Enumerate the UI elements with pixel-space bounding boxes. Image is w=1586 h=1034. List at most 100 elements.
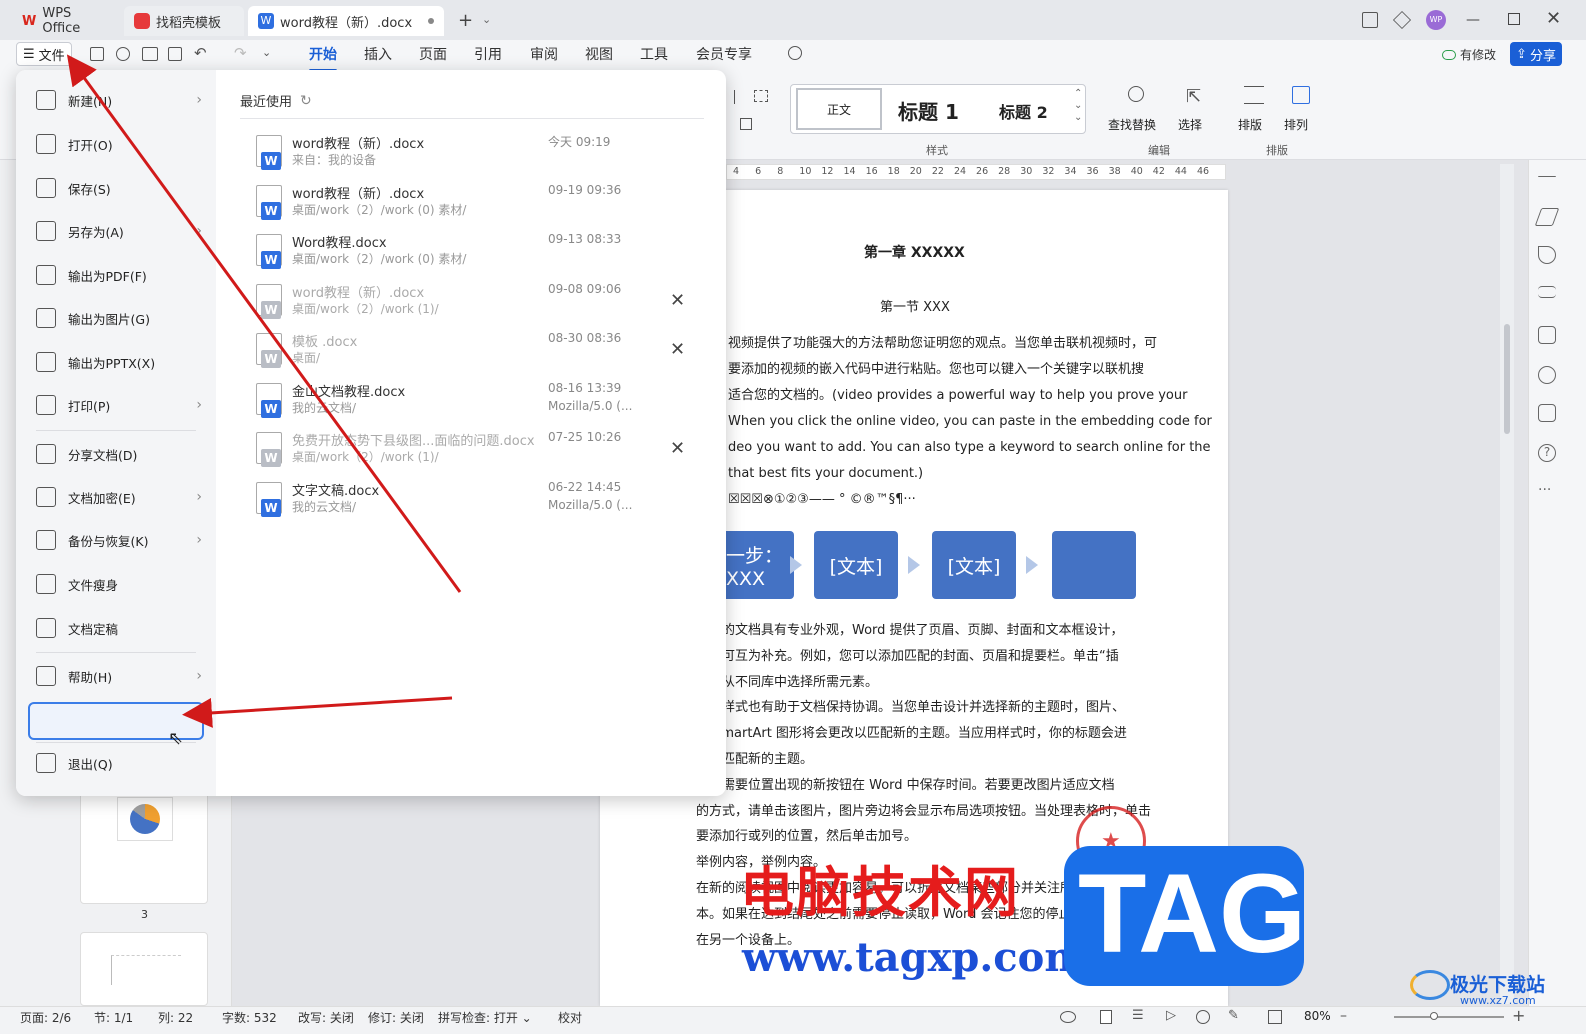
tab-view[interactable]: 视图 xyxy=(585,44,613,64)
more-chevron-icon[interactable]: ⌄ xyxy=(262,46,271,59)
undo-icon[interactable]: ↶ xyxy=(194,44,207,62)
borders-icon[interactable] xyxy=(754,90,768,102)
recent-file-row[interactable]: Wword教程（新）.docx 来自：我的设备 今天 09:19 xyxy=(240,133,710,179)
eye-icon[interactable] xyxy=(1060,1011,1076,1023)
file-menu-item[interactable]: 打印(P) › xyxy=(36,387,202,423)
file-menu-item[interactable]: 打开(O) xyxy=(36,126,202,162)
tab-review[interactable]: 审阅 xyxy=(530,44,558,64)
page-thumbnail-3[interactable] xyxy=(80,780,208,904)
recent-file-row[interactable]: W 免费开放态势下县级图...面临的问题.docx 桌面/work（2）/work … xyxy=(240,430,710,476)
sort-icon[interactable] xyxy=(734,90,746,104)
page-thumbnail-4[interactable] xyxy=(80,932,208,1006)
file-menu-item[interactable]: 新建(N) › xyxy=(36,82,202,118)
tab-tools[interactable]: 工具 xyxy=(640,44,668,64)
status-page[interactable]: 页面: 2/6 xyxy=(20,1009,71,1026)
adjust-icon[interactable] xyxy=(1538,286,1556,298)
print-preview-icon[interactable] xyxy=(168,47,182,61)
flow-step-3[interactable]: [文本] xyxy=(932,531,1016,599)
flow-step-4[interactable] xyxy=(1052,531,1136,599)
help-icon[interactable]: ? xyxy=(1538,444,1556,462)
pen-mode-icon[interactable]: ✎ xyxy=(1228,1008,1239,1023)
file-menu-item[interactable]: 输出为PPTX(X) xyxy=(36,344,202,380)
file-menu-item[interactable]: 另存为(A) › xyxy=(36,213,202,249)
new-tab-button[interactable]: + xyxy=(458,10,473,31)
style-heading-2[interactable]: 标题 2 xyxy=(999,99,1048,123)
tab-page[interactable]: 页面 xyxy=(419,44,447,64)
zoom-slider[interactable] xyxy=(1394,1012,1504,1020)
fit-page-icon[interactable] xyxy=(1268,1010,1282,1024)
more-icon[interactable]: ··· xyxy=(1538,482,1551,498)
recent-file-row[interactable]: W 金山文档教程.docx 我的云文档/08-16 13:39 Mozilla/5.0… xyxy=(240,381,710,427)
outline-icon[interactable]: ☰ xyxy=(1132,1008,1144,1023)
has-changes-indicator[interactable]: 有修改 xyxy=(1442,46,1496,63)
status-spellcheck[interactable]: 拼写检查: 打开 ⌄ xyxy=(438,1009,532,1026)
print-icon[interactable] xyxy=(142,47,158,61)
file-menu-item[interactable]: 输出为图片(G) xyxy=(36,300,202,336)
flow-step-1[interactable]: 一步：XXX xyxy=(726,531,794,599)
status-proofread[interactable]: 校对 xyxy=(558,1009,582,1026)
book-icon[interactable] xyxy=(1538,404,1556,422)
recent-file-row[interactable]: W 模板 .docx 桌面/08-30 08:36 ✕ xyxy=(240,331,710,377)
status-column[interactable]: 列: 22 xyxy=(158,1009,193,1026)
cursor-icon[interactable] xyxy=(1538,246,1556,264)
avatar[interactable]: WP xyxy=(1426,10,1446,30)
status-overwrite[interactable]: 改写: 关闭 xyxy=(298,1009,354,1026)
maximize-icon[interactable] xyxy=(1508,13,1520,25)
shading-icon[interactable] xyxy=(740,118,752,130)
share-link-icon[interactable] xyxy=(116,47,130,61)
file-menu-item[interactable]: 帮助(H) › xyxy=(36,658,202,694)
file-menu-item[interactable]: 分享文档(D) xyxy=(36,436,202,472)
tab-document[interactable]: W word教程（新）.docx xyxy=(248,6,444,36)
scrollbar-thumb[interactable] xyxy=(1504,324,1510,434)
share-button[interactable]: ⇪ 分享 xyxy=(1510,42,1562,66)
find-replace-icon[interactable] xyxy=(1128,86,1144,102)
zoom-level[interactable]: 80% xyxy=(1304,1009,1331,1023)
arrange-objects-icon[interactable] xyxy=(1292,86,1310,104)
web-view-icon[interactable] xyxy=(1196,1010,1210,1024)
recent-file-row[interactable]: W 文字文稿.docx 我的云文档/06-22 14:45 Mozilla/5.0 (… xyxy=(240,480,710,526)
refresh-icon[interactable]: ↻ xyxy=(300,93,312,109)
vertical-scrollbar[interactable] xyxy=(1500,164,1514,1004)
file-menu-item[interactable]: 文档定稿 xyxy=(36,610,202,646)
select-button[interactable]: 选择 xyxy=(1178,116,1202,133)
recent-file-row[interactable]: Wword教程（新）.docx 桌面/work（2）/work (1)/ 09-08… xyxy=(240,282,710,328)
file-menu-item[interactable]: 文件瘦身 xyxy=(36,566,202,602)
remove-recent-icon[interactable]: ✕ xyxy=(670,438,685,459)
page-view-icon[interactable] xyxy=(1100,1010,1112,1024)
collapse-icon[interactable] xyxy=(1538,176,1556,178)
arrange-text-button[interactable]: 排版 xyxy=(1238,116,1262,133)
tab-wps-office[interactable]: W WPS Office xyxy=(12,6,120,36)
arrange-objects-button[interactable]: 排列 xyxy=(1284,116,1308,133)
remove-recent-icon[interactable]: ✕ xyxy=(670,339,685,360)
file-menu-item[interactable]: 输出为PDF(F) xyxy=(36,257,202,293)
zoom-slider-thumb[interactable] xyxy=(1430,1012,1438,1020)
tools-icon[interactable] xyxy=(1538,366,1556,384)
remove-recent-icon[interactable]: ✕ xyxy=(670,290,685,311)
zoom-in-icon[interactable]: + xyxy=(1512,1006,1525,1025)
status-word-count[interactable]: 字数: 532 xyxy=(222,1009,277,1026)
recent-file-row[interactable]: W Word教程.docx 桌面/work（2）/work (0) 素材/09-13… xyxy=(240,232,710,278)
text-layout-icon[interactable] xyxy=(1244,86,1264,104)
minimize-icon[interactable]: — xyxy=(1466,12,1480,28)
tab-template[interactable]: 找稻壳模板 xyxy=(124,6,244,36)
styles-scroll-icon[interactable]: ⌃ ⌄ ⌄ xyxy=(1074,88,1082,124)
tab-references[interactable]: 引用 xyxy=(474,44,502,64)
find-replace-button[interactable]: 查找替换 xyxy=(1108,116,1156,133)
file-menu-item[interactable]: 备份与恢复(K) › xyxy=(36,522,202,558)
style-heading-1[interactable]: 标题 1 xyxy=(898,96,959,125)
redo-icon[interactable]: ↷ xyxy=(234,44,247,62)
tab-insert[interactable]: 插入 xyxy=(364,44,392,64)
search-icon[interactable] xyxy=(788,46,802,60)
style-normal[interactable]: 正文 xyxy=(796,88,882,130)
file-menu-item[interactable]: 文档加密(E) › xyxy=(36,479,202,515)
file-menu-button[interactable]: ☰ 文件 xyxy=(16,42,72,66)
recent-file-row[interactable]: Wword教程（新）.docx 桌面/work（2）/work (0) 素材/09… xyxy=(240,183,710,229)
status-revision[interactable]: 修订: 关闭 xyxy=(368,1009,424,1026)
status-section[interactable]: 节: 1/1 xyxy=(94,1009,133,1026)
tab-list-chevron-icon[interactable]: ⌄ xyxy=(482,13,491,26)
file-menu-item[interactable]: 退出(Q) xyxy=(36,745,202,781)
layout-icon[interactable] xyxy=(1362,12,1378,28)
select-cursor-icon[interactable]: ⇱ xyxy=(1186,86,1201,107)
save-icon[interactable] xyxy=(90,47,104,61)
tab-home[interactable]: 开始 xyxy=(309,44,337,72)
